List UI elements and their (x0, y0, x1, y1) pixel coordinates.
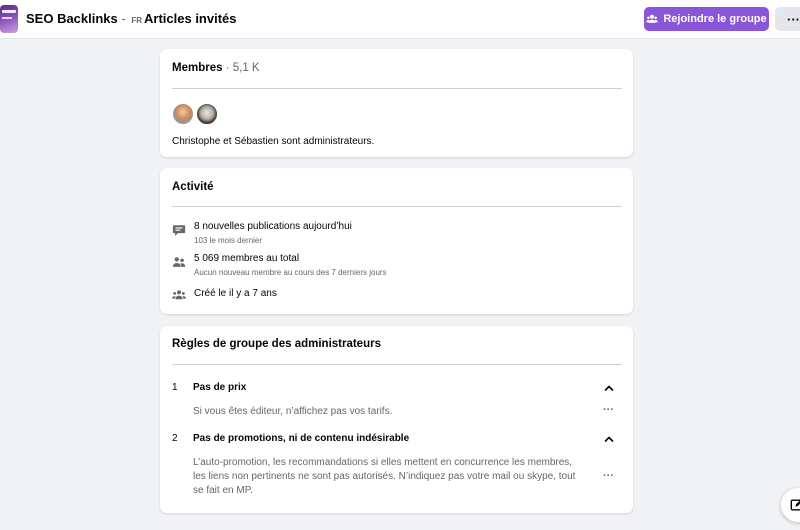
activity-title: Activité (172, 181, 214, 193)
members-title-label: Membres (172, 62, 223, 74)
thumbnail-stripe (2, 17, 12, 19)
admin-avatar[interactable] (172, 103, 194, 125)
rules-title: Règles de groupe des administrateurs (172, 338, 381, 350)
join-group-label: Rejoindre le groupe (663, 13, 767, 25)
rule-number: 2 (172, 433, 178, 444)
admin-avatar[interactable] (196, 103, 218, 125)
group-subtitle: Articles invités (144, 11, 237, 26)
members-dot: · (222, 62, 233, 74)
more-options-label: ··· (787, 11, 800, 27)
rules-card: Règles de groupe des administrateurs 1 P… (160, 326, 633, 513)
admins-text: Christophe et Sébastien sont administrat… (172, 136, 375, 147)
group-title[interactable]: SEO Backlinks - FR Articles invités (26, 11, 237, 26)
chevron-up-icon[interactable] (603, 382, 615, 394)
activity-posts-text: 8 nouvelles publications aujourd’hui (194, 221, 352, 232)
group-header-bar: SEO Backlinks - FR Articles invités Rejoi… (0, 0, 800, 39)
activity-posts-subtext: 103 le mois dernier (194, 236, 263, 245)
rule-description: L’auto-promotion, les recommandations si… (193, 457, 576, 496)
rule-title[interactable]: Pas de promotions, ni de contenu indésir… (193, 433, 409, 444)
members-card: Membres · 5,1 K Christophe et Sébastien … (160, 49, 633, 157)
activity-members-text: 5 069 membres au total (194, 253, 300, 264)
members-count: 5,1 K (232, 62, 260, 74)
rule-description: Si vous êtes éditeur, n’affichez pas vos… (193, 406, 393, 417)
members-title[interactable]: Membres · 5,1 K (172, 62, 260, 74)
rule-more-options[interactable]: ··· (603, 470, 614, 482)
compose-button[interactable] (781, 488, 800, 522)
thumbnail-stripe (2, 10, 16, 13)
chevron-up-icon[interactable] (603, 433, 615, 445)
group-name: SEO Backlinks (26, 11, 118, 26)
divider (172, 364, 622, 365)
chat-bubble-icon (172, 225, 186, 236)
rule-title[interactable]: Pas de prix (193, 382, 246, 393)
group-cover-thumbnail[interactable] (0, 5, 18, 33)
title-separator: - (117, 11, 130, 26)
rule-more-options[interactable]: ··· (603, 404, 614, 416)
activity-created-text: Créé le il y a 7 ans (194, 288, 277, 299)
language-tag: FR (131, 16, 143, 25)
more-options-button[interactable]: ··· (775, 7, 800, 31)
activity-card: Activité 8 nouvelles publications aujour… (160, 168, 633, 314)
rule-number: 1 (172, 382, 178, 393)
divider (172, 206, 622, 207)
activity-members-subtext: Aucun nouveau membre au cours des 7 dern… (194, 268, 387, 277)
group-icon (172, 290, 186, 300)
edit-icon (790, 499, 800, 511)
people-icon (172, 257, 186, 267)
join-group-button[interactable]: Rejoindre le groupe (644, 7, 769, 31)
people-icon (646, 14, 659, 23)
divider (172, 88, 622, 89)
